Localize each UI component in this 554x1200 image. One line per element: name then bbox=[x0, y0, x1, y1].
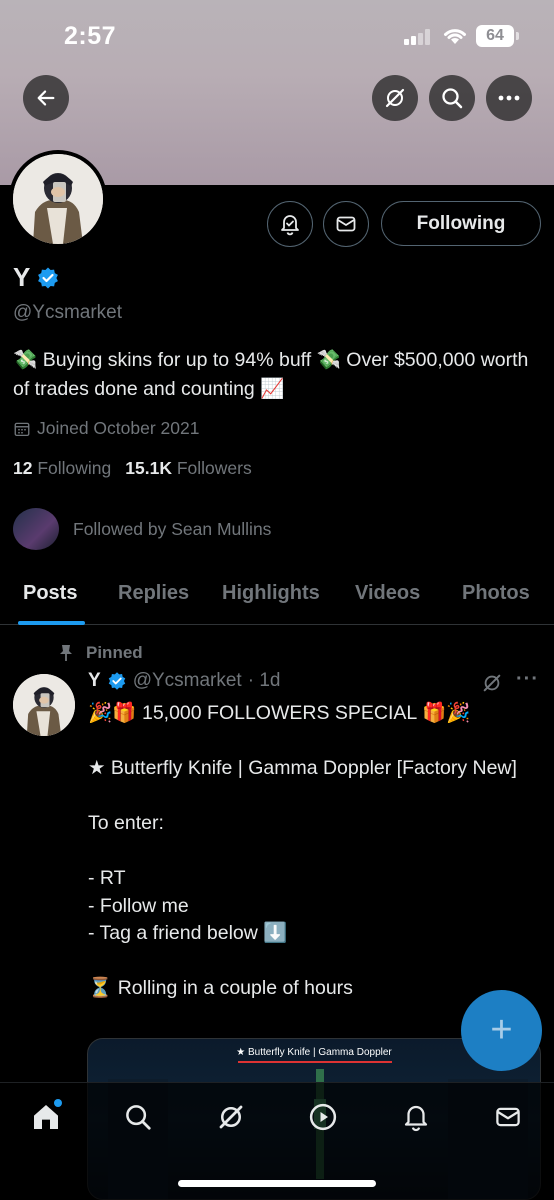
nav-grok[interactable] bbox=[213, 1099, 249, 1135]
verified-badge-icon bbox=[108, 672, 125, 690]
grok-icon bbox=[219, 1105, 243, 1129]
wifi-icon bbox=[444, 29, 466, 44]
more-button[interactable] bbox=[486, 75, 532, 121]
post-more-icon[interactable]: ··· bbox=[516, 668, 539, 691]
post-author-name[interactable]: Y bbox=[88, 670, 101, 692]
post-line: - Follow me bbox=[88, 894, 189, 917]
profile-name-text: Y bbox=[13, 262, 31, 292]
search-icon bbox=[442, 88, 463, 109]
post-author-handle[interactable]: @Ycsmarket bbox=[133, 670, 242, 692]
message-button[interactable] bbox=[323, 201, 369, 247]
tab-replies[interactable]: Replies bbox=[118, 582, 189, 605]
nav-video[interactable] bbox=[305, 1099, 341, 1135]
home-notification-dot bbox=[54, 1099, 62, 1107]
pinned-label: Pinned bbox=[58, 643, 143, 663]
joined-date: Joined October 2021 bbox=[13, 418, 199, 439]
post-line: ⏳ Rolling in a couple of hours bbox=[88, 977, 353, 999]
post-header: Y @Ycsmarket · 1d bbox=[88, 670, 280, 692]
notifications-button[interactable] bbox=[267, 201, 313, 247]
profile-name: Y bbox=[13, 262, 60, 293]
followers-label: Followers bbox=[176, 458, 252, 478]
nav-search[interactable] bbox=[120, 1099, 156, 1135]
tab-videos[interactable]: Videos bbox=[355, 582, 420, 605]
post-line bbox=[88, 728, 528, 756]
grok-icon bbox=[385, 88, 405, 108]
active-tab-indicator bbox=[18, 621, 85, 625]
verified-badge-icon[interactable] bbox=[36, 266, 60, 290]
post-line bbox=[88, 783, 528, 811]
pinned-text: Pinned bbox=[86, 643, 143, 662]
followed-by-text: Followed by Sean Mullins bbox=[73, 518, 272, 539]
post-avatar-image bbox=[13, 674, 75, 736]
back-arrow-icon bbox=[37, 90, 55, 106]
mail-icon bbox=[496, 1107, 520, 1127]
grok-icon[interactable] bbox=[481, 672, 503, 694]
post-line: To enter: bbox=[88, 812, 164, 834]
following-button[interactable]: Following bbox=[381, 201, 541, 246]
followed-by[interactable]: Followed by Sean Mullins bbox=[13, 508, 271, 550]
post-time: · 1d bbox=[247, 670, 281, 691]
cellular-signal-icon bbox=[404, 29, 434, 45]
home-indicator[interactable] bbox=[178, 1180, 376, 1187]
profile-avatar[interactable] bbox=[9, 150, 107, 248]
compose-post-button[interactable]: + bbox=[461, 990, 542, 1071]
post-line: - Tag a friend below ⬇️ bbox=[88, 922, 288, 944]
nav-notifications[interactable] bbox=[398, 1099, 434, 1135]
video-play-icon bbox=[309, 1103, 337, 1131]
notification-bell-icon bbox=[281, 215, 299, 236]
notification-bell-icon bbox=[404, 1105, 428, 1132]
status-time: 2:57 bbox=[64, 22, 117, 50]
nav-home[interactable] bbox=[28, 1099, 64, 1135]
post-line: 🎉🎁 15,000 FOLLOWERS SPECIAL 🎁🎉 bbox=[88, 702, 471, 724]
search-icon bbox=[126, 1105, 151, 1130]
following-label: Following bbox=[37, 458, 112, 478]
tab-photos[interactable]: Photos bbox=[462, 582, 530, 605]
profile-handle: @Ycsmarket bbox=[13, 302, 123, 323]
back-button[interactable] bbox=[23, 75, 69, 121]
post-line: - RT bbox=[88, 867, 126, 889]
post-author-avatar[interactable] bbox=[13, 674, 75, 736]
more-icon bbox=[498, 95, 520, 101]
followers-stat[interactable]: 15.1K Followers bbox=[125, 458, 251, 479]
post-line bbox=[88, 948, 528, 976]
calendar-icon bbox=[14, 422, 30, 436]
tab-posts[interactable]: Posts bbox=[23, 582, 77, 605]
avatar-image bbox=[13, 154, 103, 244]
search-button[interactable] bbox=[429, 75, 475, 121]
profile-tabs: Posts Replies Highlights Videos Photos bbox=[0, 562, 554, 625]
grok-button[interactable] bbox=[372, 75, 418, 121]
pin-icon bbox=[60, 645, 72, 661]
profile-bio: 💸 Buying skins for up to 94% buff 💸 Over… bbox=[13, 349, 529, 400]
following-count: 12 bbox=[13, 458, 33, 478]
mail-icon bbox=[336, 216, 356, 232]
follower-avatar bbox=[13, 508, 59, 550]
battery-indicator: 64 bbox=[476, 25, 519, 47]
nav-messages[interactable] bbox=[490, 1099, 526, 1135]
status-bar: 2:57 64 bbox=[0, 0, 554, 74]
follow-stats: 12 Following 15.1K Followers bbox=[13, 458, 252, 479]
post-line bbox=[88, 838, 528, 866]
joined-text: Joined October 2021 bbox=[37, 418, 200, 438]
following-stat[interactable]: 12 Following bbox=[13, 458, 111, 479]
tab-highlights[interactable]: Highlights bbox=[222, 582, 320, 605]
post-text: 🎉🎁 15,000 FOLLOWERS SPECIAL 🎁🎉 ★ Butterf… bbox=[88, 700, 528, 1003]
followers-count: 15.1K bbox=[125, 458, 172, 478]
post-line: ★ Butterfly Knife | Gamma Doppler [Facto… bbox=[88, 757, 517, 779]
